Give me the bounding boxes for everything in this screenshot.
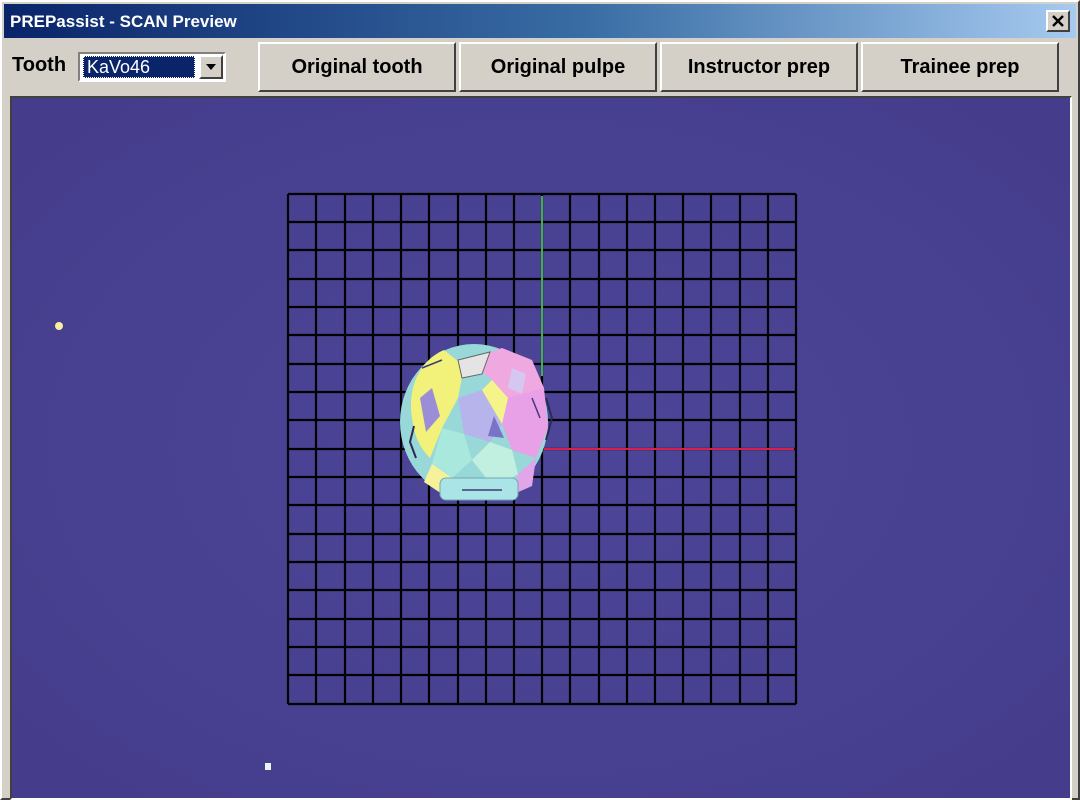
close-button[interactable] bbox=[1046, 10, 1070, 32]
close-icon bbox=[1052, 15, 1064, 27]
title-bar[interactable]: PREPassist - SCAN Preview bbox=[4, 4, 1076, 38]
scan-preview-window: PREPassist - SCAN Preview Tooth KaVo46 O… bbox=[0, 0, 1080, 800]
scan-viewport[interactable] bbox=[10, 96, 1072, 800]
scan-scene bbox=[12, 98, 1070, 798]
scan-point-marker bbox=[265, 763, 271, 770]
dropdown-button[interactable] bbox=[199, 55, 223, 79]
toolbar: Tooth KaVo46 Original tooth Original pul… bbox=[4, 40, 1076, 94]
window-title: PREPassist - SCAN Preview bbox=[10, 12, 237, 31]
tooth-label: Tooth bbox=[12, 54, 67, 76]
trainee-prep-button[interactable]: Trainee prep bbox=[861, 42, 1059, 92]
tooth-select-value: KaVo46 bbox=[83, 56, 195, 78]
instructor-prep-button[interactable]: Instructor prep bbox=[660, 42, 858, 92]
original-tooth-button[interactable]: Original tooth bbox=[258, 42, 456, 92]
scan-point-marker bbox=[55, 322, 63, 330]
tooth-select[interactable]: KaVo46 bbox=[78, 52, 226, 82]
tooth-model[interactable] bbox=[400, 344, 554, 501]
original-pulpe-button[interactable]: Original pulpe bbox=[459, 42, 657, 92]
chevron-down-icon bbox=[206, 64, 216, 70]
